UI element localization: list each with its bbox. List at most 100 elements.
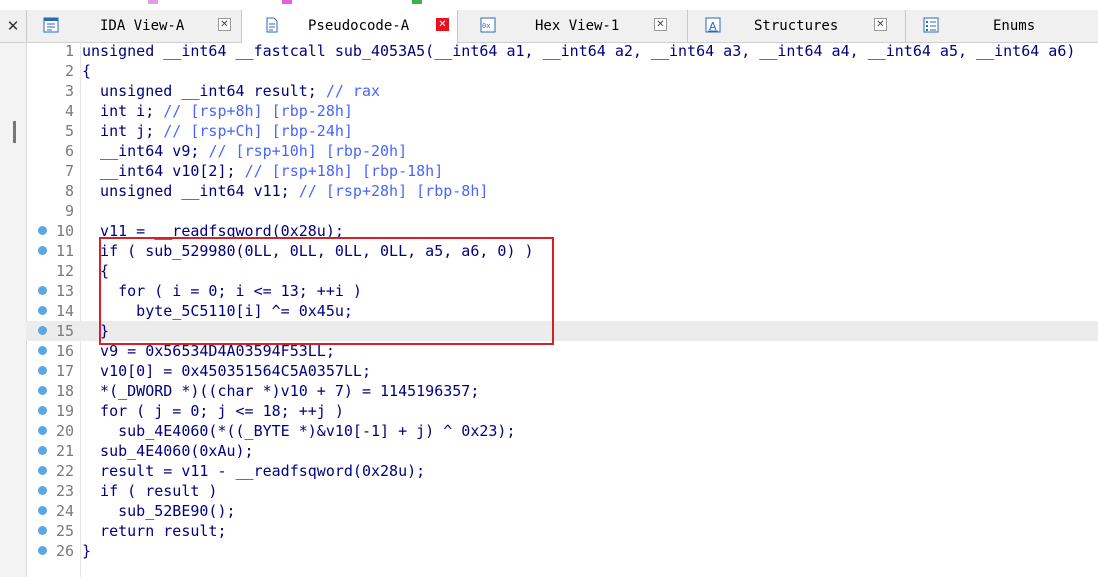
line-number: 24 [55,502,74,520]
line-number: 18 [55,382,74,400]
code-text[interactable]: byte_5C5110[i] ^= 0x45u; [82,301,353,321]
close-icon: ✕ [6,17,20,35]
code-line[interactable]: 7 __int64 v10[2]; // [rsp+18h] [rbp-18h] [26,161,1098,181]
code-statement: result = v11 - __readfsqword(0x28u); [82,462,426,480]
code-line[interactable]: 5 int j; // [rsp+Ch] [rbp-24h] [26,121,1098,141]
code-line[interactable]: 25 return result; [26,521,1098,541]
code-statement: } [82,322,110,340]
code-line[interactable]: 13 for ( i = 0; i <= 13; ++i ) [26,281,1098,301]
code-text[interactable]: unsigned __int64 __fastcall sub_4053A5(_… [82,41,1075,61]
code-line[interactable]: 3 unsigned __int64 result; // rax [26,81,1098,101]
code-line[interactable]: 26} [26,541,1098,561]
line-number: 1 [64,42,74,60]
line-number: 8 [64,182,74,200]
code-text[interactable]: } [82,541,91,561]
line-number: 22 [55,462,74,480]
code-text[interactable]: sub_4E4060(*((_BYTE *)&v10[-1] + j) ^ 0x… [82,421,515,441]
code-text[interactable]: unsigned __int64 result; // rax [82,81,380,101]
code-text[interactable]: for ( i = 0; i <= 13; ++i ) [82,281,362,301]
code-statement: int i; [82,102,164,120]
code-statement: *(_DWORD *)((char *)v10 + 7) = 114519635… [82,382,480,400]
code-text[interactable]: return result; [82,521,227,541]
tab-label: Hex View-1 [535,18,620,34]
code-text[interactable]: { [82,61,91,81]
code-line[interactable]: 19 for ( j = 0; j <= 18; ++j ) [26,401,1098,421]
code-text[interactable]: for ( j = 0; j <= 18; ++j ) [82,401,344,421]
code-line[interactable]: 11 if ( sub_529980(0LL, 0LL, 0LL, 0LL, a… [26,241,1098,261]
code-line[interactable]: 14 byte_5C5110[i] ^= 0x45u; [26,301,1098,321]
code-line[interactable]: 10 v11 = __readfsqword(0x28u); [26,221,1098,241]
code-text[interactable]: if ( sub_529980(0LL, 0LL, 0LL, 0LL, a5, … [82,241,534,261]
line-number: 11 [55,242,74,260]
code-text[interactable]: __int64 v9; // [rsp+10h] [rbp-20h] [82,141,407,161]
code-text[interactable]: sub_4E4060(0xAu); [82,441,254,461]
line-number: 19 [55,402,74,420]
pseudocode-editor[interactable]: 1 unsigned __int64 __fastcall sub_4053A5(… [26,41,1098,577]
code-text[interactable]: { [82,261,109,281]
code-text[interactable]: v11 = __readfsqword(0x28u); [82,221,344,241]
code-text[interactable]: v10[0] = 0x450351564C5A0357LL; [82,361,371,381]
code-text[interactable]: sub_52BE90(); [82,501,236,521]
code-line[interactable]: 6 __int64 v9; // [rsp+10h] [rbp-20h] [26,141,1098,161]
code-line[interactable]: 2{ [26,61,1098,81]
legend-swatch-library [148,0,158,4]
graph-view-icon [43,17,59,33]
code-line[interactable]: 15 } [26,321,1098,341]
code-statement: v11 = __readfsqword(0x28u); [82,222,344,240]
code-line[interactable]: 4 int i; // [rsp+8h] [rbp-28h] [26,101,1098,121]
code-text[interactable]: int j; // [rsp+Ch] [rbp-24h] [82,121,353,141]
code-line[interactable]: 23 if ( result ) [26,481,1098,501]
tab-close-button[interactable]: ✕ [218,18,231,31]
code-statement: v9 = 0x56534D4A03594F53LL; [82,342,335,360]
code-text[interactable]: *(_DWORD *)((char *)v10 + 7) = 114519635… [82,381,479,401]
tab-close-button[interactable]: ✕ [654,18,667,31]
code-statement: unsigned __int64 v11; [82,182,299,200]
code-text[interactable]: result = v11 - __readfsqword(0x28u); [82,461,425,481]
code-line[interactable]: 18 *(_DWORD *)((char *)v10 + 7) = 114519… [26,381,1098,401]
code-line[interactable]: 16 v9 = 0x56534D4A03594F53LL; [26,341,1098,361]
svg-text:0x: 0x [482,22,490,30]
tab-structures[interactable]: A Structures ✕ [688,10,906,42]
code-comment: // [rsp+10h] [rbp-20h] [208,142,408,160]
line-number: 21 [55,442,74,460]
code-line[interactable]: 8 unsigned __int64 v11; // [rsp+28h] [rb… [26,181,1098,201]
code-line[interactable]: 17 v10[0] = 0x450351564C5A0357LL; [26,361,1098,381]
code-line[interactable]: 21 sub_4E4060(0xAu); [26,441,1098,461]
tab-enums[interactable]: Enums [906,10,1098,42]
tab-ida-view-a[interactable]: IDA View-A ✕ [26,10,242,42]
code-comment: // [rsp+8h] [rbp-28h] [163,102,353,120]
code-statement: if ( sub_529980(0LL, 0LL, 0LL, 0LL, a5, … [82,242,534,260]
code-comment: // [rsp+Ch] [rbp-24h] [163,122,353,140]
code-statement: __int64 v10[2]; [82,162,245,180]
code-text[interactable]: __int64 v10[2]; // [rsp+18h] [rbp-18h] [82,161,443,181]
tab-hex-view-1[interactable]: 0x Hex View-1 ✕ [458,10,688,42]
code-line[interactable]: 22 result = v11 - __readfsqword(0x28u); [26,461,1098,481]
code-line[interactable]: 24 sub_52BE90(); [26,501,1098,521]
line-number: 16 [55,342,74,360]
code-line[interactable]: 20 sub_4E4060(*((_BYTE *)&v10[-1] + j) ^… [26,421,1098,441]
line-number: 3 [64,82,74,100]
tab-close-button[interactable]: ✕ [436,18,449,31]
code-text[interactable]: if ( result ) [82,481,217,501]
tab-pseudocode-a[interactable]: Pseudocode-A ✕ [242,10,458,43]
code-statement: return result; [82,522,227,540]
line-number: 20 [55,422,74,440]
code-line[interactable]: 12 { [26,261,1098,281]
code-statement: sub_4E4060(*((_BYTE *)&v10[-1] + j) ^ 0x… [82,422,516,440]
code-text[interactable]: int i; // [rsp+8h] [rbp-28h] [82,101,353,121]
code-statement: sub_52BE90(); [82,502,236,520]
code-text[interactable]: } [82,321,109,341]
tab-label: Enums [993,18,1036,34]
code-statement: unsigned __int64 result; [82,82,326,100]
line-number: 6 [64,142,74,160]
pseudocode-icon [266,17,278,33]
splitter-handle[interactable] [13,121,16,143]
code-text[interactable]: v9 = 0x56534D4A03594F53LL; [82,341,335,361]
code-statement: byte_5C5110[i] ^= 0x45u; [82,302,353,320]
pane-close-button[interactable]: ✕ [0,10,27,42]
tab-close-button[interactable]: ✕ [874,18,887,31]
tab-label: IDA View-A [100,18,185,34]
code-text[interactable]: unsigned __int64 v11; // [rsp+28h] [rbp-… [82,181,488,201]
code-line[interactable]: 1 unsigned __int64 __fastcall sub_4053A5(… [26,41,1098,61]
code-line[interactable]: 9 [26,201,1098,221]
